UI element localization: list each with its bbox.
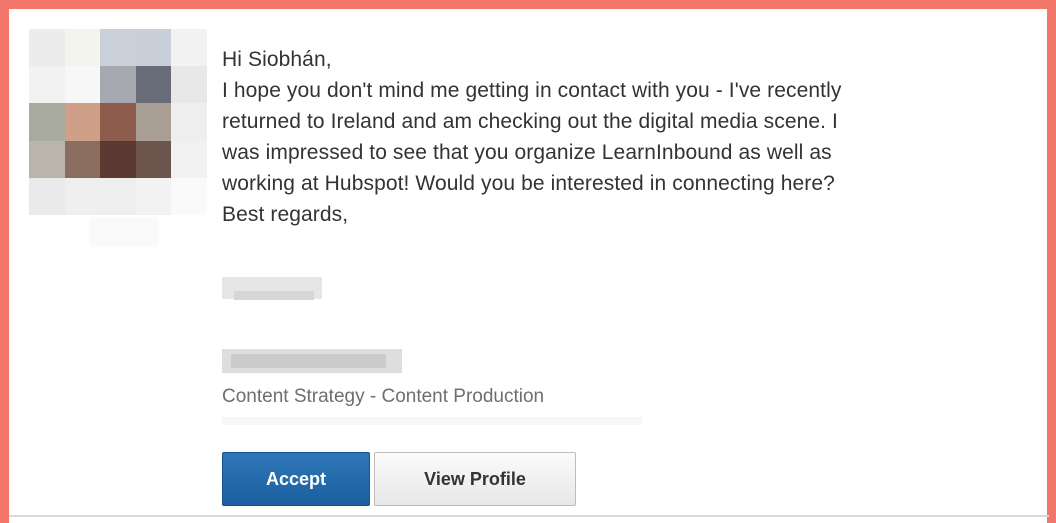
avatar-pixel	[135, 29, 172, 67]
avatar-pixel	[171, 29, 207, 67]
card-bottom-divider	[9, 515, 1049, 517]
avatar-pixel	[29, 177, 65, 215]
redacted-sender-name-shade	[231, 354, 386, 368]
avatar-pixel	[64, 177, 101, 215]
message-line: was impressed to see that you organize L…	[222, 141, 832, 164]
sign-off: Best regards,	[222, 203, 349, 226]
redacted-signature-shade	[234, 291, 314, 300]
avatar-pixel	[29, 29, 65, 67]
avatar-pixel	[100, 103, 136, 141]
avatar-pixel	[100, 140, 136, 178]
avatar-pixel	[100, 177, 136, 215]
avatar-pixel	[171, 177, 207, 215]
avatar-pixel	[171, 140, 207, 178]
avatar-pixel	[29, 140, 65, 178]
headline-ghost-line	[222, 417, 642, 425]
avatar-pixel	[64, 66, 101, 104]
sender-headline: Content Strategy - Content Production	[222, 386, 545, 407]
message-line: I hope you don't mind me getting in cont…	[222, 79, 842, 102]
message-line: returned to Ireland and am checking out …	[222, 110, 838, 133]
invitation-message: Hi Siobhán, I hope you don't mind me get…	[222, 44, 1022, 230]
accept-button[interactable]: Accept	[222, 452, 370, 506]
avatar-pixel	[135, 66, 172, 104]
message-line: working at Hubspot! Would you be interes…	[222, 172, 835, 195]
avatar-pixel	[135, 140, 172, 178]
avatar-pixel	[64, 140, 101, 178]
view-profile-button[interactable]: View Profile	[374, 452, 576, 506]
avatar-pixel	[29, 66, 65, 104]
avatar-pixel	[135, 103, 172, 141]
avatar-pixel	[64, 103, 101, 141]
avatar-pixel	[100, 29, 136, 67]
avatar-pixel	[171, 66, 207, 104]
avatar-pixel	[171, 103, 207, 141]
greeting-text: Hi Siobhán,	[222, 48, 332, 71]
avatar-shadow	[89, 217, 159, 247]
avatar-pixel	[64, 29, 101, 67]
avatar-pixel	[135, 177, 172, 215]
avatar-pixel	[29, 103, 65, 141]
invitation-card: Hi Siobhán, I hope you don't mind me get…	[0, 0, 1056, 523]
avatar-pixel	[100, 66, 136, 104]
sender-avatar[interactable]	[29, 29, 207, 215]
